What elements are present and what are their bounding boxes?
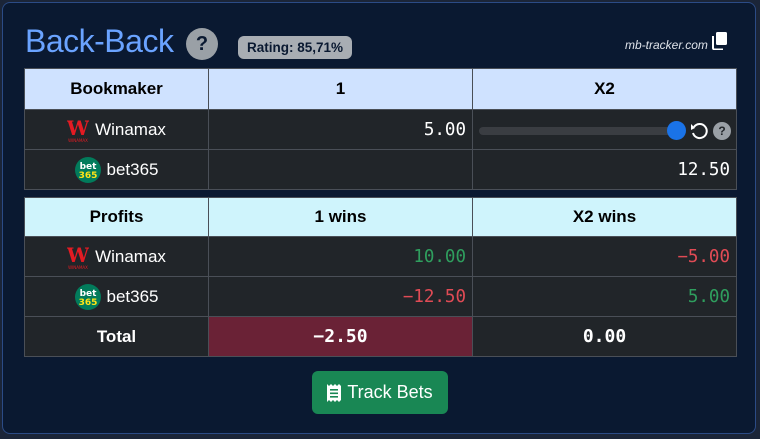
total-x2-wins: 0.00 xyxy=(472,316,737,357)
header-1-wins: 1 wins xyxy=(208,197,473,237)
svg-text:365: 365 xyxy=(78,171,97,181)
svg-text:W: W xyxy=(67,117,89,140)
winamax-logo: W WINAMAX xyxy=(67,244,89,270)
reset-icon[interactable] xyxy=(689,121,709,141)
svg-text:WINAMAX: WINAMAX xyxy=(68,138,88,143)
total-1-wins: −2.50 xyxy=(208,316,473,357)
bookmaker-name: bet365 xyxy=(106,286,159,306)
bookmaker-name: Winamax xyxy=(95,119,166,139)
total-label: Total xyxy=(24,316,209,357)
bet365-logo: bet 365 xyxy=(74,283,101,310)
copy-icon[interactable] xyxy=(712,32,728,50)
total-row: Total −2.50 0.00 xyxy=(24,316,737,357)
site-label: mb-tracker.com xyxy=(625,38,708,52)
header-x2-wins: X2 wins xyxy=(472,197,737,237)
svg-text:365: 365 xyxy=(78,298,97,308)
bookmaker-name: Winamax xyxy=(95,246,166,266)
profit-1-wins: 10.00 xyxy=(208,236,473,277)
slider-help-icon[interactable]: ? xyxy=(713,122,731,140)
winamax-logo: W WINAMAX xyxy=(67,117,89,143)
svg-text:W: W xyxy=(67,244,89,267)
receipt-icon xyxy=(327,383,342,402)
table-row: bet 365 bet365 12.50 xyxy=(24,149,737,190)
header-bookmaker: Bookmaker xyxy=(24,68,209,110)
odd-input-1[interactable] xyxy=(208,149,473,190)
header-outcome-1: 1 xyxy=(208,68,473,110)
track-bets-label: Track Bets xyxy=(347,382,433,402)
track-bets-button[interactable]: Track Bets xyxy=(312,371,448,414)
svg-text:WINAMAX: WINAMAX xyxy=(68,265,88,270)
profits-table: Profits 1 wins X2 wins W WINAMAX Winamax… xyxy=(24,197,737,357)
odd-input-1[interactable]: 5.00 xyxy=(208,109,473,150)
header-profits: Profits xyxy=(24,197,209,237)
panel-title: Back-Back xyxy=(25,23,174,59)
odd-input-x2[interactable]: 12.50 xyxy=(472,149,737,190)
help-icon[interactable]: ? xyxy=(186,28,218,60)
table-row: bet 365 bet365 −12.50 5.00 xyxy=(24,276,737,317)
profit-x2-wins: 5.00 xyxy=(472,276,737,317)
slider-track[interactable] xyxy=(479,127,677,135)
bookmaker-name: bet365 xyxy=(106,159,159,179)
profit-x2-wins: −5.00 xyxy=(472,236,737,277)
bet365-logo: bet 365 xyxy=(74,156,101,183)
rating-badge: Rating: 85,71% xyxy=(238,36,353,59)
profit-1-wins: −12.50 xyxy=(208,276,473,317)
odds-table: Bookmaker 1 X2 W WINAMAX Winamax 5.00 ? xyxy=(24,68,737,190)
table-row: W WINAMAX Winamax 5.00 ? xyxy=(24,109,737,150)
header-outcome-x2: X2 xyxy=(472,68,737,110)
slider-thumb[interactable] xyxy=(667,121,686,140)
stake-slider-cell: ? xyxy=(472,109,737,150)
table-row: W WINAMAX Winamax 10.00 −5.00 xyxy=(24,236,737,277)
